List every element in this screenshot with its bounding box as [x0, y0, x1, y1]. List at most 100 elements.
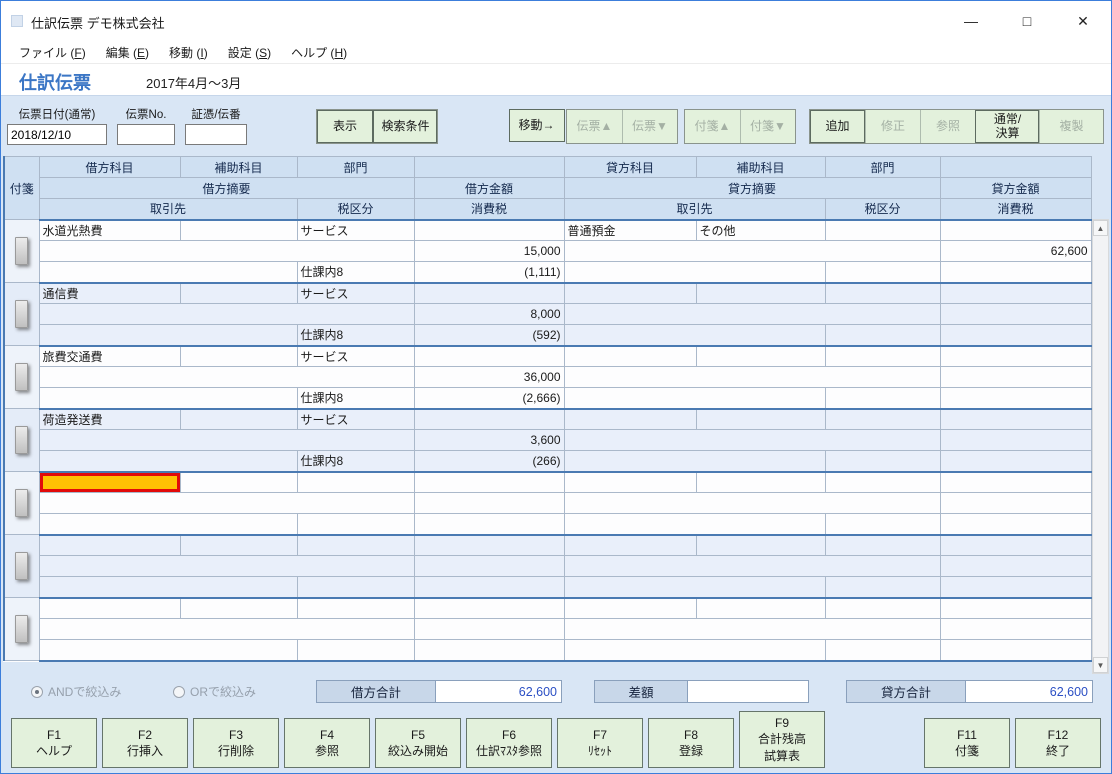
debit-amount-cell[interactable] [414, 556, 564, 577]
credit-account-cell[interactable] [564, 535, 696, 556]
debit-partner-cell[interactable] [39, 262, 297, 283]
fusen-down-button[interactable]: 付箋▼ [740, 110, 795, 143]
debit-description-cell[interactable] [39, 493, 414, 514]
credit-tax-cell[interactable] [940, 325, 1091, 346]
fusen-tab-icon[interactable] [15, 363, 28, 391]
credit-description-cell[interactable] [564, 241, 940, 262]
credit-account-cell[interactable] [564, 346, 696, 367]
fusen-tab-icon[interactable] [15, 300, 28, 328]
debit-department-cell[interactable] [297, 598, 414, 619]
debit-tax-cell[interactable]: (592) [414, 325, 564, 346]
credit-amount-spacer-cell[interactable] [940, 283, 1091, 304]
credit-tax-cell[interactable] [940, 388, 1091, 409]
show-button[interactable]: 表示 [317, 110, 373, 143]
fusen-cell[interactable] [4, 598, 39, 661]
fusen-cell[interactable] [4, 409, 39, 472]
credit-partner-cell[interactable] [564, 262, 825, 283]
fusen-cell[interactable] [4, 346, 39, 409]
debit-sub-account-cell[interactable] [180, 409, 297, 430]
debit-description-cell[interactable] [39, 430, 414, 451]
debit-sub-account-cell[interactable] [180, 346, 297, 367]
debit-department-cell[interactable]: サービス [297, 283, 414, 304]
debit-partner-cell[interactable] [39, 451, 297, 472]
or-filter-radio[interactable]: ORで絞込み [173, 683, 256, 700]
vertical-scrollbar[interactable]: ▲ ▼ [1092, 219, 1109, 674]
credit-description-cell[interactable] [564, 304, 940, 325]
credit-tax-class-cell[interactable] [825, 514, 940, 535]
debit-amount-cell[interactable] [414, 619, 564, 640]
debit-description-cell[interactable] [39, 367, 414, 388]
debit-account-cell[interactable] [39, 535, 180, 556]
fkey-f5-filter-start[interactable]: F5絞込み開始 [375, 718, 461, 768]
debit-tax-class-cell[interactable] [297, 514, 414, 535]
fkey-f4-reference[interactable]: F4参照 [284, 718, 370, 768]
debit-amount-spacer-cell[interactable] [414, 220, 564, 241]
debit-account-cell[interactable]: 荷造発送費 [39, 409, 180, 430]
credit-tax-cell[interactable] [940, 577, 1091, 598]
credit-tax-class-cell[interactable] [825, 325, 940, 346]
credit-description-cell[interactable] [564, 619, 940, 640]
fusen-tab-icon[interactable] [15, 489, 28, 517]
credit-tax-class-cell[interactable] [825, 388, 940, 409]
debit-tax-cell[interactable] [414, 514, 564, 535]
credit-department-cell[interactable] [825, 598, 940, 619]
debit-tax-cell[interactable] [414, 640, 564, 661]
credit-partner-cell[interactable] [564, 514, 825, 535]
fkey-f2-insert-row[interactable]: F2行挿入 [102, 718, 188, 768]
credit-description-cell[interactable] [564, 430, 940, 451]
debit-amount-cell[interactable]: 3,600 [414, 430, 564, 451]
debit-amount-cell[interactable] [414, 493, 564, 514]
debit-sub-account-cell[interactable] [180, 283, 297, 304]
credit-amount-spacer-cell[interactable] [940, 598, 1091, 619]
close-icon[interactable]: ✕ [1055, 1, 1111, 41]
debit-department-cell[interactable] [297, 535, 414, 556]
voucher-no-field[interactable] [117, 124, 175, 145]
debit-department-cell[interactable] [297, 472, 414, 493]
credit-sub-account-cell[interactable] [696, 409, 825, 430]
fkey-f3-delete-row[interactable]: F3行削除 [193, 718, 279, 768]
debit-description-cell[interactable] [39, 241, 414, 262]
credit-account-cell[interactable]: 普通預金 [564, 220, 696, 241]
credit-partner-cell[interactable] [564, 640, 825, 661]
debit-description-cell[interactable] [39, 556, 414, 577]
modify-button[interactable]: 修正 [865, 110, 920, 143]
and-filter-radio[interactable]: ANDで絞込み [31, 683, 121, 700]
fusen-cell[interactable] [4, 535, 39, 598]
debit-tax-class-cell[interactable] [297, 640, 414, 661]
credit-amount-spacer-cell[interactable] [940, 346, 1091, 367]
move-button[interactable]: 移動→ [509, 109, 565, 142]
debit-amount-cell[interactable]: 8,000 [414, 304, 564, 325]
reference-button[interactable]: 参照 [920, 110, 975, 143]
fusen-up-button[interactable]: 付箋▲ [685, 110, 740, 143]
debit-sub-account-cell[interactable] [180, 220, 297, 241]
fkey-f1-help[interactable]: F1ヘルプ [11, 718, 97, 768]
debit-amount-spacer-cell[interactable] [414, 283, 564, 304]
credit-tax-class-cell[interactable] [825, 577, 940, 598]
debit-sub-account-cell[interactable] [180, 472, 297, 493]
debit-department-cell[interactable]: サービス [297, 409, 414, 430]
debit-tax-class-cell[interactable]: 仕課内8 [297, 325, 414, 346]
credit-account-cell[interactable] [564, 283, 696, 304]
fkey-f9-trial-balance[interactable]: F9合計残高試算表 [739, 711, 825, 768]
debit-account-cell[interactable]: 通信費 [39, 283, 180, 304]
credit-amount-spacer-cell[interactable] [940, 409, 1091, 430]
menu-item-h[interactable]: ヘルプ (H) [281, 41, 357, 64]
debit-tax-cell[interactable]: (1,111) [414, 262, 564, 283]
evidence-no-field[interactable] [185, 124, 247, 145]
debit-account-cell[interactable] [39, 472, 180, 493]
debit-department-cell[interactable]: サービス [297, 220, 414, 241]
fkey-f7-reset[interactable]: F7ﾘｾｯﾄ [557, 718, 643, 768]
debit-tax-class-cell[interactable] [297, 577, 414, 598]
credit-sub-account-cell[interactable] [696, 283, 825, 304]
credit-amount-spacer-cell[interactable] [940, 220, 1091, 241]
credit-sub-account-cell[interactable] [696, 346, 825, 367]
debit-amount-spacer-cell[interactable] [414, 472, 564, 493]
credit-sub-account-cell[interactable] [696, 598, 825, 619]
menu-item-i[interactable]: 移動 (I) [159, 41, 218, 64]
credit-tax-cell[interactable] [940, 262, 1091, 283]
credit-partner-cell[interactable] [564, 451, 825, 472]
credit-department-cell[interactable] [825, 472, 940, 493]
debit-tax-class-cell[interactable]: 仕課内8 [297, 388, 414, 409]
debit-amount-spacer-cell[interactable] [414, 409, 564, 430]
debit-sub-account-cell[interactable] [180, 535, 297, 556]
